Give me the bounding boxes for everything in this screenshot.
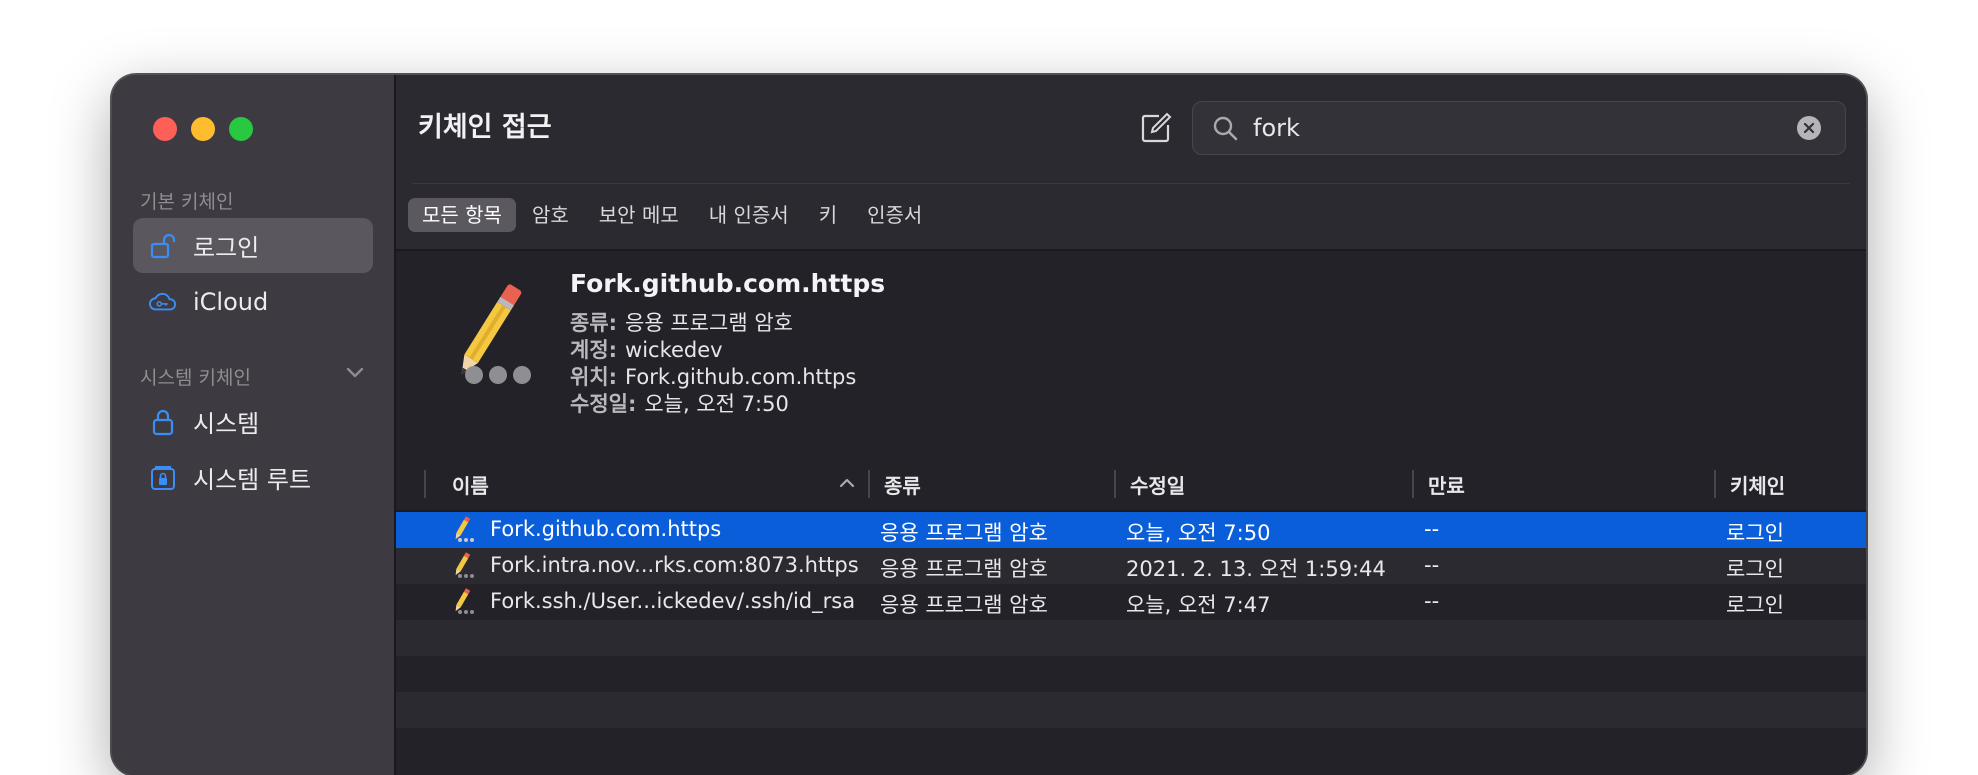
row-modified: 2021. 2. 13. 오전 1:59:44 [1126, 557, 1386, 581]
lock-icon [149, 408, 177, 436]
row-keychain: 로그인 [1726, 593, 1784, 617]
table-row[interactable]: Fork.ssh./User...ickedev/.ssh/id_rsa 응용 … [396, 584, 1866, 620]
table-row-empty [396, 692, 1866, 728]
detail-kind-label: 종류: [570, 311, 618, 335]
tab-keys[interactable]: 키 [805, 198, 851, 232]
detail-kind-value: 응용 프로그램 암호 [625, 311, 793, 335]
close-icon [1803, 122, 1815, 134]
column-header-kind[interactable]: 종류 [884, 470, 921, 499]
row-name: Fork.github.com.https [490, 517, 722, 541]
application-password-icon [461, 284, 531, 384]
tab-secure-notes[interactable]: 보안 메모 [585, 198, 693, 232]
sidebar-item-label: 시스템 [193, 410, 260, 438]
application-password-icon [455, 516, 474, 542]
table-row-empty [396, 656, 1866, 692]
column-divider[interactable] [868, 470, 870, 498]
sidebar-item-label: 로그인 [193, 234, 260, 262]
row-name: Fork.ssh./User...ickedev/.ssh/id_rsa [490, 589, 856, 613]
sidebar-item-login[interactable]: 로그인 [133, 218, 373, 273]
column-divider[interactable] [1714, 470, 1716, 498]
sidebar-item-label: 시스템 루트 [193, 466, 312, 494]
row-name: Fork.intra.nov...rks.com:8073.https [490, 553, 859, 577]
detail-account-label: 계정: [570, 338, 618, 362]
category-bar: 모든 항목 암호 보안 메모 내 인증서 키 인증서 [396, 183, 1866, 251]
tab-certificates[interactable]: 인증서 [853, 198, 936, 232]
column-header-name[interactable]: 이름 [452, 470, 489, 499]
clear-search-button[interactable] [1797, 116, 1821, 140]
detail-kind: 종류: 응용 프로그램 암호 [570, 307, 793, 337]
main-pane: 키체인 접근 모든 항목 암호 보안 메모 내 인증서 키 [396, 75, 1866, 775]
table-row[interactable]: Fork.github.com.https 응용 프로그램 암호 오늘, 오전 … [396, 512, 1866, 548]
sort-ascending-icon[interactable] [838, 474, 856, 492]
category-tabs: 모든 항목 암호 보안 메모 내 인증서 키 인증서 [408, 198, 936, 232]
section-system-keychains: 시스템 키체인 [140, 367, 251, 389]
row-modified: 오늘, 오전 7:47 [1126, 593, 1271, 617]
table-row-empty [396, 728, 1866, 764]
row-kind: 응용 프로그램 암호 [880, 557, 1048, 581]
application-password-icon [455, 588, 474, 614]
cabinet-lock-icon [149, 464, 177, 492]
row-kind: 응용 프로그램 암호 [880, 521, 1048, 545]
unlock-icon [149, 232, 177, 260]
sidebar-item-system[interactable]: 시스템 [133, 394, 373, 449]
sidebar-item-icloud[interactable]: iCloud [133, 274, 373, 329]
detail-account: 계정: wickedev [570, 334, 723, 364]
row-keychain: 로그인 [1726, 521, 1784, 545]
minimize-button[interactable] [191, 117, 215, 141]
column-divider[interactable] [1412, 470, 1414, 498]
tab-passwords[interactable]: 암호 [518, 198, 583, 232]
table-row[interactable]: Fork.intra.nov...rks.com:8073.https 응용 프… [396, 548, 1866, 584]
detail-title: Fork.github.com.https [570, 269, 886, 298]
sidebar-item-label: iCloud [193, 287, 269, 316]
row-expires: -- [1424, 589, 1440, 613]
new-item-button[interactable] [1136, 108, 1176, 148]
row-expires: -- [1424, 553, 1440, 577]
window-title: 키체인 접근 [418, 112, 552, 143]
table-row-empty [396, 620, 1866, 656]
row-kind: 응용 프로그램 암호 [880, 593, 1048, 617]
column-divider[interactable] [424, 470, 426, 498]
application-password-icon [455, 552, 474, 578]
column-header-modified[interactable]: 수정일 [1130, 470, 1185, 499]
close-button[interactable] [153, 117, 177, 141]
compose-icon [1141, 112, 1172, 143]
column-header-expires[interactable]: 만료 [1428, 470, 1465, 499]
tab-my-certificates[interactable]: 내 인증서 [695, 198, 803, 232]
table-header: 이름 종류 수정일 만료 키체인 [396, 454, 1866, 512]
toolbar: 키체인 접근 [396, 75, 1866, 183]
tab-all-items[interactable]: 모든 항목 [408, 198, 516, 232]
detail-modified: 수정일: 오늘, 오전 7:50 [570, 388, 789, 418]
detail-modified-value: 오늘, 오전 7:50 [644, 392, 789, 416]
row-modified: 오늘, 오전 7:50 [1126, 521, 1271, 545]
row-keychain: 로그인 [1726, 557, 1784, 581]
section-default-keychains: 기본 키체인 [140, 191, 234, 213]
search-input[interactable] [1251, 113, 1795, 143]
detail-where-value: Fork.github.com.https [625, 365, 857, 389]
search-field[interactable] [1192, 101, 1846, 155]
search-icon [1213, 116, 1238, 141]
window-controls [153, 117, 253, 141]
detail-where-label: 위치: [570, 365, 618, 389]
zoom-button[interactable] [229, 117, 253, 141]
icloud-key-icon [149, 288, 177, 316]
keychain-window: 기본 키체인 로그인 iCloud 시스템 키체인 시스템 시스템 루트 키체인… [112, 75, 1866, 775]
column-divider[interactable] [1114, 470, 1116, 498]
sidebar-item-system-roots[interactable]: 시스템 루트 [133, 450, 373, 505]
detail-account-value: wickedev [625, 338, 723, 362]
chevron-down-icon[interactable] [344, 361, 366, 383]
detail-modified-label: 수정일: [570, 392, 637, 416]
column-header-keychain[interactable]: 키체인 [1730, 470, 1785, 499]
item-list: Fork.github.com.https 응용 프로그램 암호 오늘, 오전 … [396, 512, 1866, 764]
detail-where: 위치: Fork.github.com.https [570, 361, 856, 391]
sidebar: 기본 키체인 로그인 iCloud 시스템 키체인 시스템 시스템 루트 [112, 75, 396, 775]
row-expires: -- [1424, 517, 1440, 541]
